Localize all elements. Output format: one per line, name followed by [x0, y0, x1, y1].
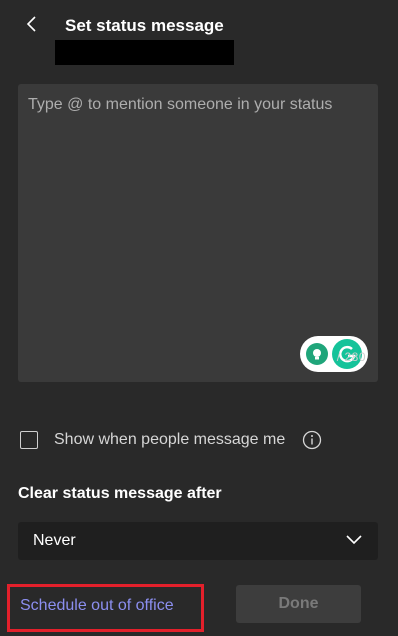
lightbulb-icon[interactable] — [306, 343, 328, 365]
grammarly-widget[interactable]: / 280 — [300, 336, 368, 372]
chevron-left-icon — [25, 14, 39, 39]
show-when-messaged-label[interactable]: Show when people message me — [54, 431, 285, 449]
back-button[interactable] — [18, 12, 46, 40]
chevron-down-icon — [346, 532, 362, 550]
info-icon[interactable] — [302, 430, 322, 450]
clear-after-dropdown[interactable]: Never — [18, 522, 378, 560]
show-when-messaged-option: Show when people message me — [20, 430, 322, 450]
show-when-messaged-checkbox[interactable] — [20, 431, 38, 449]
page-title: Set status message — [65, 16, 224, 35]
clear-after-heading: Clear status message after — [18, 485, 222, 502]
character-count: / 280 — [336, 350, 366, 364]
status-message-container: / 280 — [18, 84, 378, 382]
clear-after-selected-value: Never — [33, 532, 76, 549]
schedule-out-of-office-link[interactable]: Schedule out of office — [20, 597, 174, 615]
redacted-user-name — [55, 40, 234, 65]
done-button[interactable]: Done — [236, 585, 361, 623]
